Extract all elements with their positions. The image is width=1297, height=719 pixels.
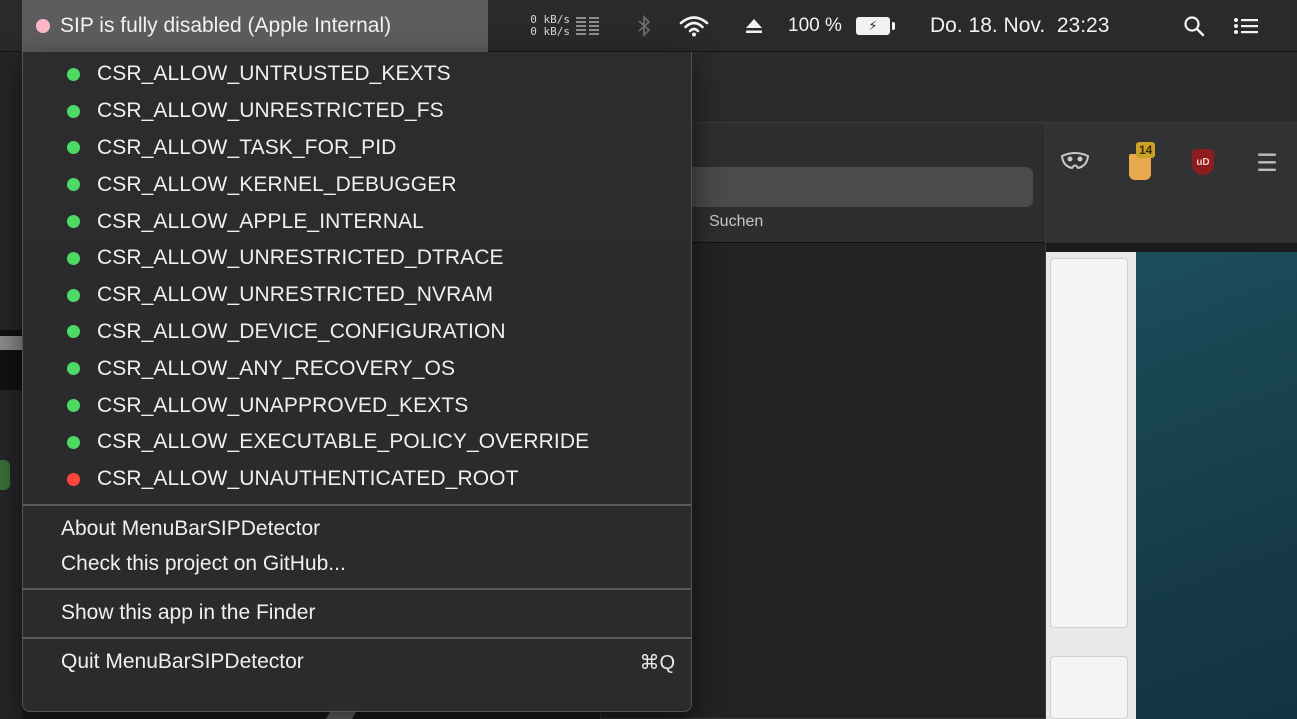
- csr-flag-item[interactable]: CSR_ALLOW_TASK_FOR_PID: [23, 130, 691, 167]
- network-speed-monitor[interactable]: 0 kB/s 0 kB/s: [514, 0, 570, 52]
- csr-flag-item[interactable]: CSR_ALLOW_UNRESTRICTED_FS: [23, 93, 691, 130]
- csr-flag-label: CSR_ALLOW_TASK_FOR_PID: [97, 135, 397, 159]
- wifi-icon[interactable]: [676, 0, 712, 52]
- csr-flag-item[interactable]: CSR_ALLOW_UNAPPROVED_KEXTS: [23, 387, 691, 424]
- menu-separator: [23, 587, 691, 590]
- about-label: About MenuBarSIPDetector: [61, 517, 321, 541]
- flag-status-dot-icon: [67, 362, 80, 376]
- sip-detector-menu: CSR_ALLOW_UNTRUSTED_KEXTS CSR_ALLOW_UNRES…: [22, 52, 692, 712]
- menu-separator: [23, 503, 691, 506]
- hamburger-menu-icon[interactable]: ☰: [1252, 148, 1282, 178]
- csr-flag-label: CSR_ALLOW_ANY_RECOVERY_OS: [97, 356, 456, 380]
- quit-menu-item[interactable]: Quit MenuBarSIPDetector ⌘Q: [23, 645, 691, 680]
- net-download-speed: 0 kB/s: [530, 25, 570, 38]
- sip-status-label: SIP is fully disabled (Apple Internal): [60, 14, 392, 37]
- flag-status-dot-icon: [67, 288, 80, 302]
- page-card: [1050, 656, 1128, 719]
- csr-flag-item[interactable]: CSR_ALLOW_KERNEL_DEBUGGER: [23, 166, 691, 203]
- flag-status-dot-icon: [67, 472, 80, 486]
- flag-status-dot-icon: [67, 67, 80, 81]
- sip-status-menu-extra[interactable]: SIP is fully disabled (Apple Internal): [22, 0, 488, 52]
- flag-status-dot-icon: [67, 104, 80, 118]
- show-in-finder-menu-item[interactable]: Show this app in the Finder: [23, 596, 691, 631]
- battery-glyph: ⚡: [868, 18, 878, 33]
- flag-status-dot-icon: [67, 399, 80, 413]
- macos-menu-bar: SIP is fully disabled (Apple Internal) 0…: [0, 0, 1297, 52]
- extension-badge: 14: [1136, 142, 1156, 158]
- csr-flag-label: CSR_ALLOW_UNRESTRICTED_FS: [97, 99, 444, 123]
- csr-flag-label: CSR_ALLOW_UNRESTRICTED_DTRACE: [97, 246, 504, 270]
- shield-icon: uD: [1192, 149, 1214, 175]
- flag-status-dot-icon: [67, 178, 80, 192]
- about-menu-item[interactable]: About MenuBarSIPDetector: [23, 512, 691, 547]
- flag-status-dot-icon: [67, 325, 80, 339]
- search-icon[interactable]: [1176, 0, 1212, 52]
- left-widget-highlight: [0, 336, 22, 350]
- quit-shortcut: ⌘Q: [639, 651, 675, 674]
- csr-flag-label: CSR_ALLOW_UNRESTRICTED_NVRAM: [97, 283, 494, 307]
- csr-flag-item[interactable]: CSR_ALLOW_EXECUTABLE_POLICY_OVERRIDE: [23, 424, 691, 461]
- popover-search-input[interactable]: [681, 167, 1033, 207]
- csr-flag-label: CSR_ALLOW_EXECUTABLE_POLICY_OVERRIDE: [97, 430, 590, 454]
- page-card: [1050, 258, 1128, 628]
- flag-status-dot-icon: [67, 215, 80, 229]
- mask-extension-icon[interactable]: [1058, 148, 1092, 174]
- battery-shell: ⚡: [856, 17, 890, 35]
- quit-label: Quit MenuBarSIPDetector: [61, 650, 304, 674]
- csr-flag-list: CSR_ALLOW_UNTRUSTED_KEXTS CSR_ALLOW_UNRES…: [23, 56, 691, 498]
- github-menu-item[interactable]: Check this project on GitHub...: [23, 547, 691, 582]
- csr-flag-label: CSR_ALLOW_UNTRUSTED_KEXTS: [97, 62, 451, 86]
- page-hero-image: [1136, 252, 1297, 719]
- csr-flag-label: CSR_ALLOW_UNAPPROVED_KEXTS: [97, 393, 469, 417]
- csr-flag-item[interactable]: CSR_ALLOW_UNTRUSTED_KEXTS: [23, 56, 691, 93]
- list-icon[interactable]: [1226, 0, 1266, 52]
- csr-flag-item[interactable]: CSR_ALLOW_APPLE_INTERNAL: [23, 203, 691, 240]
- eject-icon[interactable]: [740, 0, 768, 52]
- menu-bar-clock[interactable]: Do. 18. Nov. 23:23: [930, 0, 1150, 52]
- battery-percentage[interactable]: 100 %: [788, 0, 852, 52]
- csr-flag-item[interactable]: CSR_ALLOW_UNRESTRICTED_DTRACE: [23, 240, 691, 277]
- csr-flag-label: CSR_ALLOW_UNAUTHENTICATED_ROOT: [97, 467, 519, 491]
- csr-flag-item[interactable]: CSR_ALLOW_DEVICE_CONFIGURATION: [23, 314, 691, 351]
- net-activity-bars-icon: [574, 0, 604, 52]
- flag-status-dot-icon: [67, 251, 80, 265]
- csr-flag-label: CSR_ALLOW_DEVICE_CONFIGURATION: [97, 319, 506, 343]
- battery-nub: [892, 22, 895, 30]
- github-label: Check this project on GitHub...: [61, 552, 346, 576]
- bluetooth-icon[interactable]: [636, 0, 658, 52]
- csr-flag-label: CSR_ALLOW_APPLE_INTERNAL: [97, 209, 424, 233]
- battery-charging-icon[interactable]: ⚡: [856, 0, 904, 52]
- menu-separator: [23, 636, 691, 639]
- flag-status-dot-icon: [67, 141, 80, 155]
- show-in-finder-label: Show this app in the Finder: [61, 601, 316, 625]
- csr-flag-item[interactable]: CSR_ALLOW_ANY_RECOVERY_OS: [23, 350, 691, 387]
- popover-search-label: Suchen: [709, 213, 764, 230]
- ublock-extension-icon[interactable]: uD: [1188, 146, 1218, 178]
- left-green-tab: [0, 460, 10, 490]
- csr-flag-item[interactable]: CSR_ALLOW_UNAUTHENTICATED_ROOT: [23, 461, 691, 498]
- csr-flag-label: CSR_ALLOW_KERNEL_DEBUGGER: [97, 172, 457, 196]
- csr-flag-item[interactable]: CSR_ALLOW_UNRESTRICTED_NVRAM: [23, 277, 691, 314]
- sip-status-dot-icon: [36, 19, 50, 33]
- cup-extension-icon[interactable]: 14: [1120, 140, 1160, 182]
- flag-status-dot-icon: [67, 435, 80, 449]
